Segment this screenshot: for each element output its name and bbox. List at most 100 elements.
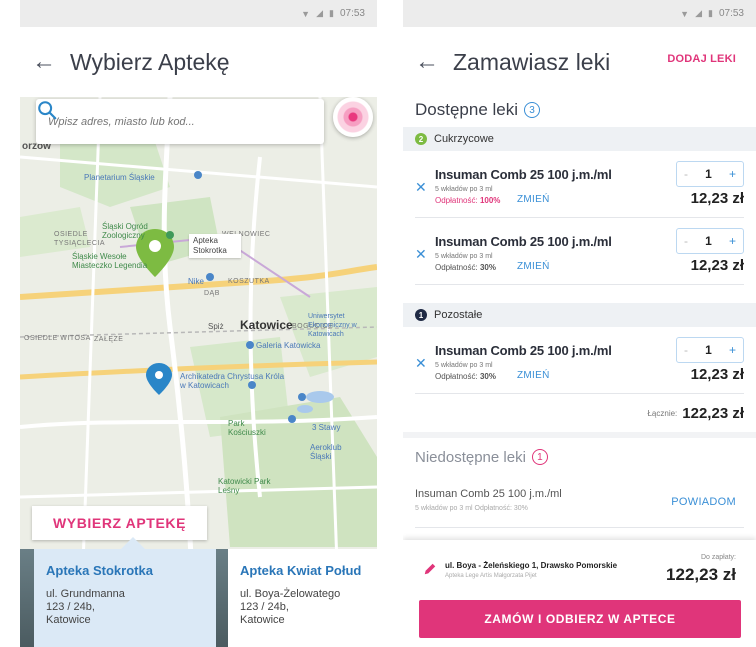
medicine-pack: 5 wkładów po 3 ml <box>435 362 493 369</box>
map-label-zoo: Śląski Ogród Zoologiczny <box>102 222 148 240</box>
order-footer: ul. Boya - Żeleńskiego 1, Drawsko Pomors… <box>403 540 756 647</box>
medicine-item: ✕ Insuman Comb 25 100 j.m./ml 5 wkładów … <box>415 151 744 218</box>
unavailable-section-title: Niedostępne leki 1 <box>403 440 756 474</box>
payment-label: Odpłatność: <box>435 196 478 205</box>
unavailable-item: Insuman Comb 25 100 j.m./ml 5 wkładów po… <box>415 474 744 528</box>
pharmacy-name: Apteka Kwiat Połud <box>240 563 362 578</box>
address-city: Katowice <box>240 614 285 626</box>
map-label-uniwersytet: Uniwersytet Ekonomiczny w Katowicach <box>308 313 357 338</box>
remove-icon[interactable]: ✕ <box>415 246 427 263</box>
medicine-pack: 5 wkładów po 3 ml <box>435 186 493 193</box>
search-icon[interactable] <box>36 99 58 121</box>
medicine-price: 12,23 zł <box>690 190 744 207</box>
page-title: Zamawiasz leki <box>453 48 611 75</box>
total-value: 122,23 zł <box>682 404 744 422</box>
quantity-stepper: - 1 + <box>676 228 744 254</box>
medicine-name: Insuman Comb 25 100 j.m./ml <box>435 234 612 249</box>
pharmacy-name: Apteka Stokrotka <box>46 563 153 578</box>
remove-icon[interactable]: ✕ <box>415 355 427 372</box>
change-payment-link[interactable]: ZMIEŃ <box>517 194 550 205</box>
status-bar: ▼ ◢ ▮ 07:53 <box>20 0 377 27</box>
edit-pencil-icon[interactable] <box>423 562 437 576</box>
pharmacy-cards: Apteka Stokrotka ul. Grundmanna 123 / 24… <box>20 549 377 647</box>
decrease-button[interactable]: - <box>684 343 688 357</box>
amount-due-label: Do zapłaty: <box>700 554 736 561</box>
payment-label: Odpłatność: <box>435 372 478 381</box>
order-total: Łącznie: 122,23 zł <box>403 394 756 432</box>
map-label-park-lesny: Katowicki Park Leśny <box>218 477 271 495</box>
notify-button[interactable]: POWIADOM <box>671 496 736 508</box>
quantity-stepper: - 1 + <box>676 337 744 363</box>
back-arrow-icon[interactable]: ← <box>415 48 445 76</box>
section-title-text: Dostępne leki <box>415 100 519 119</box>
map-label-osiedle-tysiaclecia: OSIEDLE TYSIĄCLECIA <box>54 231 106 247</box>
medicine-payment: Odpłatność: 100% <box>435 196 500 205</box>
card-pointer <box>121 537 145 549</box>
available-count-badge: 3 <box>524 102 541 118</box>
battery-icon: ▮ <box>329 8 334 18</box>
address-street: ul. Grundmanna <box>46 588 125 600</box>
group-number-badge: 2 <box>415 133 427 145</box>
status-time: 07:53 <box>718 8 744 19</box>
increase-button[interactable]: + <box>729 167 736 181</box>
quantity-value: 1 <box>705 167 712 181</box>
group-name: Cukrzycowe <box>434 133 494 145</box>
map-view[interactable]: orzów Planetarium Śląskie Śląski Ogród Z… <box>20 97 377 647</box>
signal-icon: ◢ <box>316 8 324 18</box>
order-pickup-button[interactable]: ZAMÓW I ODBIERZ W APTECE <box>419 600 741 638</box>
change-payment-link[interactable]: ZMIEŃ <box>517 370 550 381</box>
back-arrow-icon[interactable]: ← <box>32 48 62 76</box>
unavailable-count-badge: 1 <box>531 449 548 465</box>
address-number: 123 / 24b, <box>46 601 95 613</box>
group-header-pozostale: 1 Pozostałe <box>403 303 756 327</box>
address-city: Katowice <box>46 614 91 626</box>
decrease-button[interactable]: - <box>684 167 688 181</box>
quantity-value: 1 <box>705 234 712 248</box>
medicine-item: ✕ Insuman Comb 25 100 j.m./ml 5 wkładów … <box>415 327 744 394</box>
increase-button[interactable]: + <box>729 234 736 248</box>
wifi-icon: ▼ <box>301 8 311 19</box>
search-input[interactable] <box>48 115 268 128</box>
group-number-badge: 1 <box>415 309 427 321</box>
remove-icon[interactable]: ✕ <box>415 179 427 196</box>
choose-pharmacy-button[interactable]: WYBIERZ APTEKĘ <box>32 506 207 540</box>
signal-icon: ◢ <box>695 8 703 18</box>
map-label-katowice: Katowice <box>240 318 293 332</box>
map-label-park: Park Kościuszki <box>228 419 266 437</box>
add-medicines-button[interactable]: DODAJ LEKI <box>667 53 736 65</box>
medicine-item: ✕ Insuman Comb 25 100 j.m./ml 5 wkładów … <box>415 218 744 285</box>
selected-pin-label[interactable]: Apteka Stokrotka <box>189 234 241 258</box>
total-label: Łącznie: <box>647 408 678 418</box>
pickup-address: ul. Boya - Żeleńskiego 1, Drawsko Pomors… <box>445 561 618 570</box>
app-bar: ← Wybierz Aptekę <box>20 27 377 97</box>
order-screen: ▼ ◢ ▮ 07:53 ← Zamawiasz leki DODAJ LEKI … <box>403 0 756 647</box>
map-label-3-stawy: 3 Stawy <box>312 423 341 432</box>
payment-label: Odpłatność: <box>435 263 478 272</box>
my-location-icon[interactable] <box>333 97 373 137</box>
increase-button[interactable]: + <box>729 343 736 357</box>
medicine-price: 12,23 zł <box>690 366 744 383</box>
medicine-pack: 5 wkładów po 3 ml <box>435 253 493 260</box>
status-bar: ▼ ◢ ▮ 07:53 <box>403 0 756 27</box>
payment-value: 100% <box>479 196 501 205</box>
decrease-button[interactable]: - <box>684 234 688 248</box>
map-label-nike: Nike <box>188 277 205 286</box>
map-label-zaleze: ZAŁĘŻE <box>94 336 124 343</box>
group-name: Pozostałe <box>434 309 483 321</box>
divider <box>403 432 756 438</box>
change-payment-link[interactable]: ZMIEŃ <box>517 261 550 272</box>
status-time: 07:53 <box>339 8 365 19</box>
pharmacy-card[interactable]: Apteka Kwiat Połud ul. Boya-Żelowatego 1… <box>228 549 377 647</box>
pharmacy-owner: Apteka Lege Artis Małgorzata Pijet <box>445 573 537 579</box>
map-label-aeroklub: Aeroklub Śląski <box>310 443 342 461</box>
medicine-price: 12,23 zł <box>690 257 744 274</box>
map-label-koszutka: KOSZUTKA <box>228 278 270 285</box>
group-header-cukrzycowe: 2 Cukrzycowe <box>403 127 756 151</box>
pharmacy-card[interactable]: Apteka Stokrotka ul. Grundmanna 123 / 24… <box>34 549 216 647</box>
map-label-osiedle-witosa: OSIEDLE WITOSA <box>24 335 91 342</box>
quantity-stepper: - 1 + <box>676 161 744 187</box>
medicine-name: Insuman Comb 25 100 j.m./ml <box>435 343 612 358</box>
medicine-payment: Odpłatność: 30% <box>435 372 496 381</box>
page-title: Wybierz Aptekę <box>70 48 230 75</box>
